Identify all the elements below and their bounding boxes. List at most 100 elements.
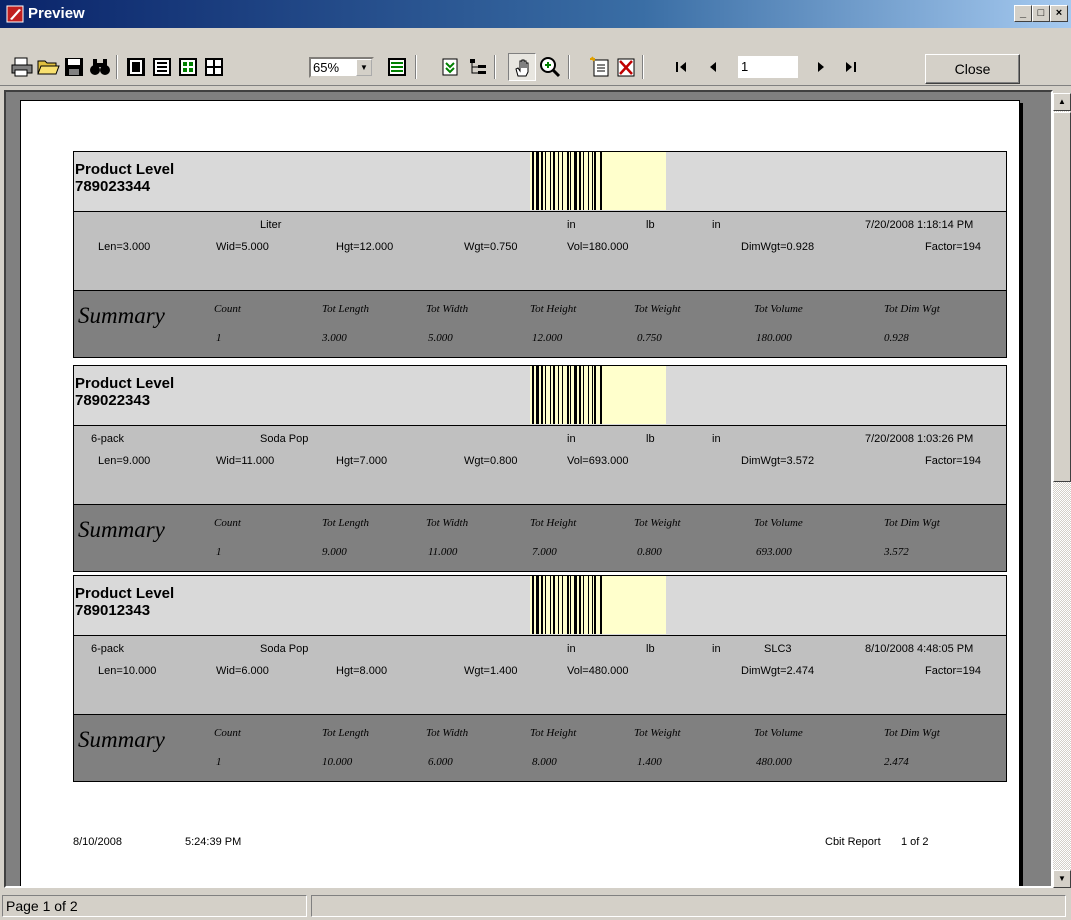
summary-title: Summary: [78, 727, 165, 752]
app-icon: [6, 5, 24, 23]
summary-header: Tot Weight: [634, 727, 681, 739]
summary-header: Tot Width: [426, 303, 469, 315]
summary-title: Summary: [78, 303, 165, 328]
chevron-down-icon[interactable]: ▼: [356, 59, 372, 76]
unit-type: Soda Pop: [260, 433, 309, 445]
height-value: Hgt=12.000: [336, 241, 394, 253]
window-title: Preview: [28, 5, 85, 22]
summary-value: 0.928: [884, 332, 909, 344]
summary-value: 1.400: [637, 756, 662, 768]
expand-icon[interactable]: [438, 55, 462, 79]
summary-header: Tot Dim Wgt: [884, 303, 940, 315]
record-header: Product Level 789023344: [73, 151, 1007, 212]
summary-value: 9.000: [322, 546, 347, 558]
summary-header: Tot Height: [530, 727, 577, 739]
zoom-in-icon[interactable]: [538, 55, 562, 79]
location-code: SLC3: [764, 643, 792, 655]
product-code: 789022343: [75, 392, 151, 409]
single-page-icon[interactable]: [124, 55, 148, 79]
product-level-label: Product Level: [75, 161, 175, 178]
hand-icon[interactable]: [508, 53, 536, 81]
unit-type: Liter: [260, 219, 282, 231]
maximize-button[interactable]: □: [1032, 5, 1050, 22]
zoom-select[interactable]: 65% ▼: [309, 57, 374, 78]
summary-header: Tot Length: [322, 727, 369, 739]
report-page: Product Level 789023344 Liter in lb in 7…: [20, 100, 1020, 886]
prev-page-icon[interactable]: [702, 55, 726, 79]
summary-value: 5.000: [428, 332, 453, 344]
package-type: 6-pack: [91, 643, 125, 655]
summary-value: 180.000: [756, 332, 792, 344]
height-value: Hgt=8.000: [336, 665, 388, 677]
separator: [116, 55, 118, 79]
record-detail: 6-pack Soda Pop in lb in SLC3 8/10/2008 …: [73, 636, 1007, 714]
summary-header: Tot Weight: [634, 517, 681, 529]
report-record: Product Level 789012343 6-pack Soda Pop …: [73, 575, 1007, 783]
summary-header: Count: [214, 303, 241, 315]
preview-area[interactable]: Product Level 789023344 Liter in lb in 7…: [4, 90, 1053, 888]
close-button[interactable]: Close: [925, 54, 1020, 84]
first-page-icon[interactable]: [670, 55, 694, 79]
tree-icon[interactable]: [466, 55, 490, 79]
weight-unit: lb: [646, 433, 655, 445]
last-page-icon[interactable]: [838, 55, 862, 79]
floppy-disk-icon[interactable]: [62, 55, 86, 79]
summary-header: Tot Height: [530, 303, 577, 315]
product-code: 789012343: [75, 602, 151, 619]
separator: [642, 55, 644, 79]
summary-header: Tot Volume: [754, 303, 803, 315]
summary-header: Tot Length: [322, 303, 369, 315]
two-pages-icon[interactable]: [150, 55, 174, 79]
summary-header: Count: [214, 517, 241, 529]
summary-value: 480.000: [756, 756, 792, 768]
next-page-icon[interactable]: [808, 55, 832, 79]
record-detail: Liter in lb in 7/20/2008 1:18:14 PM Len=…: [73, 212, 1007, 290]
separator: [568, 55, 570, 79]
summary-value: 1: [216, 546, 222, 558]
summary-value: 6.000: [428, 756, 453, 768]
four-pages-icon[interactable]: [176, 55, 200, 79]
weight-unit: lb: [646, 643, 655, 655]
summary-header: Tot Height: [530, 517, 577, 529]
multi-pages-icon[interactable]: [202, 55, 226, 79]
separator: [494, 55, 496, 79]
width-value: Wid=6.000: [216, 665, 269, 677]
summary-value: 3.572: [884, 546, 909, 558]
preview-window: Preview _ □ × 65% ▼ 1 Close Product Leve…: [0, 0, 1071, 920]
length-unit: in: [567, 433, 576, 445]
weight-value: Wgt=1.400: [464, 665, 518, 677]
separator: [415, 55, 417, 79]
close-window-button[interactable]: ×: [1050, 5, 1068, 22]
binoculars-icon[interactable]: [88, 55, 112, 79]
summary-value: 10.000: [322, 756, 353, 768]
minimize-button[interactable]: _: [1014, 5, 1032, 22]
dim-weight-value: DimWgt=2.474: [741, 665, 815, 677]
record-summary: Summary Count Tot Length Tot Width Tot Heig…: [73, 290, 1007, 358]
summary-header: Tot Width: [426, 727, 469, 739]
unit-type: Soda Pop: [260, 643, 309, 655]
dim-unit: in: [712, 219, 721, 231]
length-value: Len=9.000: [98, 455, 151, 467]
summary-value: 2.474: [884, 756, 909, 768]
page-width-icon[interactable]: [385, 55, 409, 79]
dim-unit: in: [712, 433, 721, 445]
footer-page: 1 of 2: [901, 836, 929, 848]
record-detail: 6-pack Soda Pop in lb in 7/20/2008 1:03:…: [73, 426, 1007, 504]
summary-value: 693.000: [756, 546, 792, 558]
scrollbar-thumb[interactable]: [1053, 112, 1071, 482]
dim-unit: in: [712, 643, 721, 655]
page-number-input[interactable]: 1: [738, 56, 798, 78]
new-page-icon[interactable]: [588, 55, 612, 79]
summary-value: 1: [216, 756, 222, 768]
scroll-up-icon[interactable]: ▲: [1053, 93, 1071, 111]
barcode-image: [530, 366, 666, 424]
summary-value: 3.000: [322, 332, 347, 344]
length-unit: in: [567, 643, 576, 655]
record-title: Product Level 789023344: [75, 161, 174, 195]
delete-page-icon[interactable]: [614, 55, 638, 79]
folder-open-icon[interactable]: [36, 55, 60, 79]
scroll-down-icon[interactable]: ▼: [1053, 870, 1071, 888]
vertical-scrollbar[interactable]: ▲ ▼: [1053, 93, 1071, 888]
printer-icon[interactable]: [10, 55, 34, 79]
summary-value: 7.000: [532, 546, 557, 558]
